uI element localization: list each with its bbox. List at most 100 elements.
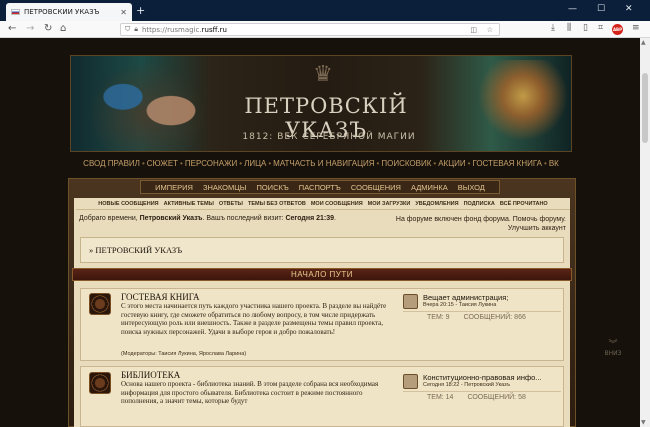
welcome-text: Добраго времени, Петровский Указъ. Вашъ …: [79, 215, 336, 222]
nav-separator: •: [268, 158, 272, 168]
forward-icon[interactable]: →: [26, 23, 34, 34]
back-icon[interactable]: ←: [8, 23, 16, 34]
forum-menu: ИМПЕРИЯ ЗНАКОМЦЫ ПОИСКЪ ПАСПОРТЪ СООБЩЕНИЯ АД…: [140, 180, 500, 194]
top-nav-link[interactable]: ПОИСКОВИК: [381, 159, 431, 168]
tab-strip: ПЕТРОВСКИЙ УКАЗЪ ✕ + — ☐ ✕: [0, 0, 650, 21]
sidebar-icon[interactable]: ▯: [583, 23, 588, 33]
reload-icon[interactable]: ↻: [44, 23, 52, 34]
window-close-icon[interactable]: ✕: [625, 4, 633, 14]
forum-menu-link[interactable]: ПОИСКЪ: [256, 183, 288, 192]
top-navigation: СВОД ПРАВИЛ • СЮЖЕТ • ПЕРСОНАЖИ • ЛИЦА • МАТЧАСТ…: [70, 156, 572, 170]
chevron-down-icon: ︾: [608, 340, 618, 350]
topic-count: ТЕМ: 14: [427, 393, 454, 401]
current-user[interactable]: Петровский Указъ: [140, 215, 203, 222]
forum-description: Основа нашего проекта - библиотека знани…: [121, 380, 379, 406]
forum-banner[interactable]: ♛ ПЕТРОВСКIЙ УКАЗЪ 1812: ВЕК СЕРЕБРЯНОЙ …: [70, 55, 572, 152]
nav-separator: •: [376, 158, 380, 168]
library-icon[interactable]: ⫼: [567, 23, 571, 33]
forum-name[interactable]: БИБЛИОТЕКА: [121, 370, 180, 380]
user-link[interactable]: ВСЁ ПРОЧИТАНО: [500, 201, 548, 207]
user-link[interactable]: МОИ СООБЩЕНИЯ: [311, 201, 363, 207]
forum-row: БИБЛИОТЕКА Основа нашего проекта - библи…: [80, 366, 564, 427]
nav-separator: •: [467, 158, 471, 168]
forum-moderators: (Модераторы: Таисия Лукина, Ярослава Лар…: [121, 351, 247, 357]
forum-row: ГОСТЕВАЯ КНИГА С этого места начинается …: [80, 288, 564, 361]
screenshot-icon[interactable]: ⌗: [598, 23, 603, 33]
forum-description: С этого места начинается путь каждого уч…: [121, 302, 387, 336]
banner-candles-image: [475, 60, 571, 150]
last-post-meta: Вчера 20:15 - Таисия Лукина: [423, 302, 497, 308]
user-links: НОВЫЕ СООБЩЕНИЯ АКТИВНЫЕ ТЕМЫ ОТВЕТЫ ТЕМЫ Б…: [76, 199, 570, 210]
bookmark-star-icon[interactable]: ☆: [487, 26, 493, 34]
top-nav-link[interactable]: ПЕРСОНАЖИ: [185, 159, 237, 168]
last-post-avatar[interactable]: [403, 374, 418, 389]
last-post-title[interactable]: Вещает администрация;: [423, 293, 563, 302]
top-nav-link[interactable]: ЛИЦА: [244, 159, 266, 168]
banner-couple-image: [87, 60, 207, 151]
top-nav-link[interactable]: СЮЖЕТ: [147, 159, 178, 168]
user-link[interactable]: ПОДПИСКА: [464, 201, 495, 207]
page-viewport: ♛ ПЕТРОВСКIЙ УКАЗЪ 1812: ВЕК СЕРЕБРЯНОЙ …: [0, 38, 640, 427]
minimize-icon[interactable]: —: [568, 4, 577, 14]
top-nav-link[interactable]: АКЦИИ: [438, 159, 465, 168]
forum-notice: На форуме включен фонд форума. Помочь фо…: [384, 215, 566, 233]
forum-menu-link[interactable]: ПАСПОРТЪ: [299, 183, 341, 192]
last-post-avatar[interactable]: [403, 294, 418, 309]
nav-separator: •: [180, 158, 183, 168]
lock-icon: 🔒︎: [134, 25, 138, 33]
user-link[interactable]: ОТВЕТЫ: [219, 201, 243, 207]
shield-icon[interactable]: ⛉: [125, 25, 130, 34]
forum-menu-link[interactable]: ВЫХОД: [458, 183, 485, 192]
close-tab-icon[interactable]: ✕: [120, 8, 127, 17]
last-post-meta: Сегодня 18:22 - Петровский Указъ: [423, 382, 511, 388]
user-link[interactable]: НОВЫЕ СООБЩЕНИЯ: [98, 201, 158, 207]
post-count: СООБЩЕНИЙ: 58: [467, 393, 526, 401]
banner-subtitle: 1812: ВЕК СЕРЕБРЯНОЙ МАГИИ: [242, 132, 416, 142]
post-count: СООБЩЕНИЙ: 866: [463, 313, 526, 321]
forum-menu-link[interactable]: ЗНАКОМЦЫ: [203, 183, 247, 192]
user-link[interactable]: ТЕМЫ БЕЗ ОТВЕТОВ: [248, 201, 306, 207]
upgrade-account-link[interactable]: Улучшить аккаунт: [384, 224, 566, 233]
top-nav-link[interactable]: МАТЧАСТЬ И НАВИГАЦИЯ: [273, 159, 374, 168]
user-link[interactable]: АКТИВНЫЕ ТЕМЫ: [164, 201, 214, 207]
top-nav-link[interactable]: СВОД ПРАВИЛ: [83, 159, 140, 168]
nav-separator: •: [544, 158, 547, 168]
top-nav-link[interactable]: ВК: [549, 159, 559, 168]
double-headed-eagle-icon: ♛: [313, 62, 333, 87]
russian-flag-icon: [11, 9, 20, 15]
last-post-title[interactable]: Конституционно-правовая инфо...: [423, 373, 563, 382]
forum-stats: ТЕМ: 14 СООБЩЕНИЙ: 58: [403, 391, 561, 402]
forum-menu-link[interactable]: СООБЩЕНИЯ: [351, 183, 401, 192]
menu-icon[interactable]: ≡: [632, 23, 640, 33]
pocket-icon[interactable]: ◫: [470, 26, 477, 34]
scroll-down-icon[interactable]: ▼: [641, 419, 646, 426]
forum-stats: ТЕМ: 9 СООБЩЕНИЙ: 866: [403, 311, 561, 322]
user-link[interactable]: УВЕДОМЛЕНИЯ: [415, 201, 458, 207]
user-link[interactable]: МОИ ЗАГРУЗКИ: [368, 201, 411, 207]
maximize-icon[interactable]: ☐: [597, 4, 605, 14]
last-visit: Сегодня 21:39: [285, 215, 335, 222]
browser-tab[interactable]: ПЕТРОВСКИЙ УКАЗЪ ✕: [6, 3, 132, 21]
nav-separator: •: [141, 158, 145, 168]
scrollbar-thumb[interactable]: [642, 73, 648, 143]
scroll-to-bottom-button[interactable]: ︾ ВНИЗ: [598, 341, 628, 367]
url-bar[interactable]: ⛉ 🔒︎ https://rusmagic.rusff.ru ◫ ☆: [120, 23, 500, 36]
adblock-icon[interactable]: ABP: [612, 24, 623, 35]
new-tab-icon[interactable]: +: [136, 4, 145, 17]
forum-menu-link[interactable]: АДМИНКА: [411, 183, 448, 192]
forum-menu-link[interactable]: ИМПЕРИЯ: [155, 183, 193, 192]
breadcrumb[interactable]: » ПЕТРОВСКИЙ УКАЗЪ: [89, 245, 182, 255]
forum-name[interactable]: ГОСТЕВАЯ КНИГА: [121, 292, 200, 302]
page-scrollbar[interactable]: ▲ ▼: [640, 38, 650, 427]
nav-separator: •: [433, 158, 437, 168]
downloads-icon[interactable]: ⤓: [551, 23, 555, 33]
tab-title: ПЕТРОВСКИЙ УКАЗЪ: [24, 8, 100, 16]
forum-status-icon: [89, 372, 111, 394]
scroll-up-icon[interactable]: ▲: [641, 39, 646, 46]
forum-status-icon: [89, 293, 111, 315]
navigation-toolbar: ← → ↻ ⌂ ⛉ 🔒︎ https://rusmagic.rusff.ru ◫…: [0, 21, 650, 38]
home-icon[interactable]: ⌂: [60, 23, 66, 34]
fund-notice[interactable]: На форуме включен фонд форума. Помочь фо…: [384, 215, 566, 224]
top-nav-link[interactable]: ГОСТЕВАЯ КНИГА: [472, 159, 542, 168]
category-header[interactable]: НАЧАЛО ПУТИ: [72, 268, 572, 281]
